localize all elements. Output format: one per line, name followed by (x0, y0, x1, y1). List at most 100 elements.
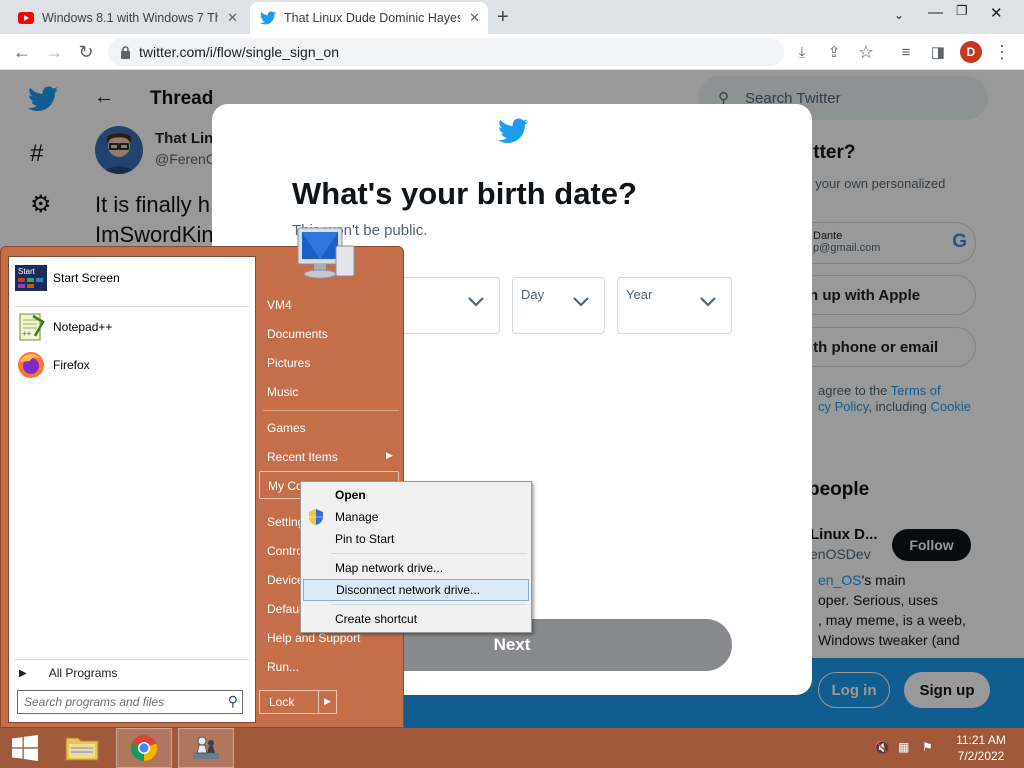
media-queue-icon[interactable]: ≡ (894, 40, 918, 64)
menu-item-label: Pin to Start (335, 532, 395, 546)
install-app-icon[interactable]: ⤓ (790, 40, 814, 64)
windows-start-button[interactable] (0, 728, 50, 768)
start-menu-item-label: Notepad++ (53, 320, 113, 334)
start-link-recent-items[interactable]: Recent Items (267, 450, 338, 464)
start-link-help-support[interactable]: Help and Support (267, 631, 360, 645)
day-select[interactable]: Day (512, 277, 605, 334)
all-programs-button[interactable]: ▶ All Programs (19, 663, 117, 683)
folder-icon (65, 737, 99, 761)
day-label: Day (521, 287, 545, 302)
start-screen-icon: Start (15, 262, 47, 294)
twitter-logo-icon (498, 118, 528, 143)
new-tab-button[interactable]: + (497, 6, 509, 29)
divider (15, 659, 249, 660)
svg-text:Start: Start (18, 267, 36, 276)
triangle-right-icon: ▶ (19, 667, 27, 679)
minimize-icon[interactable]: — (928, 4, 943, 21)
forward-arrow-icon[interactable]: → (42, 40, 66, 64)
start-link-music[interactable]: Music (267, 385, 298, 399)
chrome-menu-icon[interactable]: ⋮ (990, 40, 1014, 64)
url-text: twitter.com/i/flow/single_sign_on (139, 44, 339, 60)
start-search-input[interactable]: Search programs and files ⚲ (17, 690, 243, 714)
chess-pieces-icon (193, 736, 219, 759)
clock-date: 7/2/2022 (957, 749, 1005, 763)
start-link-documents[interactable]: Documents (267, 327, 328, 341)
start-menu-item-notepad-plus-plus[interactable]: ++ Notepad++ (15, 310, 251, 344)
start-link-user[interactable]: VM4 (267, 298, 292, 312)
menu-item-label: Disconnect network drive... (336, 583, 481, 597)
divider (331, 553, 527, 554)
divider (331, 604, 527, 605)
close-tab-icon[interactable]: ✕ (227, 10, 238, 26)
start-menu-item-label: Firefox (53, 358, 90, 372)
share-icon[interactable]: ⇪ (822, 40, 846, 64)
taskbar-chrome[interactable] (116, 728, 172, 768)
reload-icon[interactable]: ↻ (74, 40, 98, 64)
browser-tab-strip: Windows 8.1 with Windows 7 Th ✕ That Lin… (0, 0, 1024, 34)
year-label: Year (626, 287, 653, 302)
youtube-icon (18, 10, 34, 26)
triangle-right-icon[interactable]: ▶ (324, 696, 331, 707)
start-menu-item-label: Start Screen (53, 271, 120, 285)
clock-time: 11:21 AM (956, 733, 1006, 747)
tab-twitter[interactable]: That Linux Dude Dominic Hayes ✕ (250, 2, 488, 34)
start-link-pictures[interactable]: Pictures (267, 356, 310, 370)
chevron-down-icon (468, 297, 484, 307)
menu-item-label: Map network drive... (335, 561, 444, 575)
network-icon[interactable]: ▦ (898, 740, 909, 754)
lock-icon (121, 45, 130, 59)
address-bar[interactable]: twitter.com/i/flow/single_sign_on (108, 38, 784, 66)
lock-button[interactable]: Lock ▶ (259, 690, 337, 714)
divider (263, 410, 399, 411)
system-clock[interactable]: 11:21 AM 7/2/2022 (946, 732, 1016, 764)
start-link-default-programs[interactable]: Defaul (267, 602, 302, 616)
menu-item-label: Manage (335, 510, 379, 524)
start-menu-item-firefox[interactable]: Firefox (15, 348, 251, 382)
my-computer-label: My Co (268, 479, 303, 493)
start-link-games[interactable]: Games (267, 421, 306, 435)
bookmark-star-icon[interactable]: ☆ (854, 40, 878, 64)
taskbar-app-chess[interactable] (178, 728, 234, 768)
search-icon[interactable]: ⚲ (228, 693, 238, 710)
menu-item-manage[interactable]: Manage (303, 506, 529, 528)
profile-avatar[interactable]: D (960, 41, 982, 63)
menu-item-label: Open (335, 488, 366, 502)
close-window-icon[interactable]: ✕ (990, 4, 1003, 22)
menu-item-disconnect-network-drive[interactable]: Disconnect network drive... (303, 579, 529, 601)
chevron-down-icon (700, 297, 716, 307)
taskbar-file-explorer[interactable] (54, 728, 110, 768)
menu-item-pin-to-start[interactable]: Pin to Start (303, 528, 529, 550)
menu-item-open[interactable]: Open (303, 484, 529, 506)
browser-toolbar: ← → ↻ twitter.com/i/flow/single_sign_on … (0, 34, 1024, 70)
close-tab-icon[interactable]: ✕ (469, 10, 480, 26)
triangle-right-icon: ▶ (386, 450, 393, 460)
computer-icon (296, 224, 358, 283)
search-placeholder: Search programs and files (24, 695, 165, 709)
restore-icon[interactable]: ❐ (956, 3, 968, 19)
start-link-control-panel[interactable]: Contro (267, 544, 303, 558)
tab-youtube[interactable]: Windows 8.1 with Windows 7 Th ✕ (8, 2, 246, 34)
menu-item-label: Create shortcut (335, 612, 418, 626)
start-menu-item-start-screen[interactable]: Start Start Screen (15, 261, 251, 295)
dialog-title: What's your birth date? (292, 176, 637, 211)
lock-label: Lock (269, 695, 295, 709)
start-link-settings[interactable]: Setting (267, 515, 304, 529)
volume-muted-icon[interactable]: 🔇 (874, 740, 890, 756)
tab-title: Windows 8.1 with Windows 7 Th (42, 11, 218, 25)
notepad-plus-plus-icon: ++ (15, 311, 47, 343)
menu-item-create-shortcut[interactable]: Create shortcut (303, 608, 529, 630)
menu-item-map-network-drive[interactable]: Map network drive... (303, 557, 529, 579)
year-select[interactable]: Year (617, 277, 732, 334)
start-menu-programs-pane: Start Start Screen ++ Notepad++ Firefox … (8, 256, 256, 723)
chevron-down-icon (573, 297, 589, 307)
taskbar: 🔇 ▦ ⚑ 11:21 AM 7/2/2022 (0, 728, 1024, 768)
divider (318, 691, 319, 713)
action-center-flag-icon[interactable]: ⚑ (922, 740, 933, 754)
start-link-devices[interactable]: Device (267, 573, 304, 587)
back-arrow-icon[interactable]: ← (10, 40, 34, 64)
windows-logo-icon (12, 735, 38, 761)
tab-search-chevron-icon[interactable]: ⌄ (894, 8, 904, 22)
side-panel-icon[interactable]: ◨ (926, 40, 950, 64)
start-link-run[interactable]: Run... (267, 660, 299, 674)
svg-text:++: ++ (22, 329, 32, 338)
